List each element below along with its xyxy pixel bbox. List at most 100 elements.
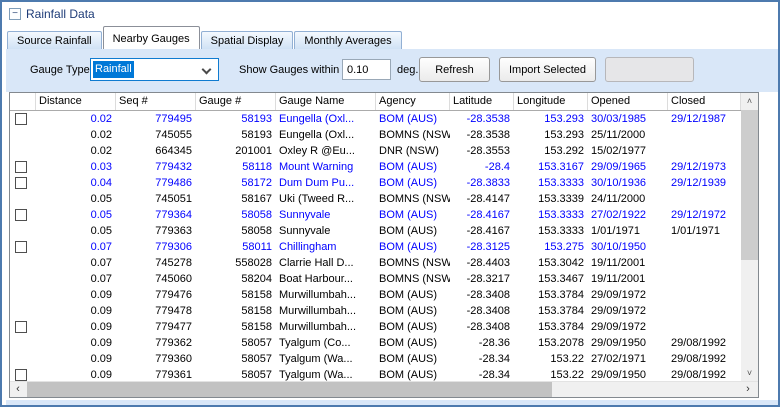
cell-closed (668, 287, 741, 303)
cell-lat: -28.36 (478, 337, 510, 349)
row-checkbox[interactable] (15, 177, 27, 189)
cell-lon: 153.22 (550, 353, 584, 365)
tab-nearby-gauges[interactable]: Nearby Gauges (102, 26, 200, 49)
scroll-right-icon[interactable]: › (740, 382, 756, 398)
checkbox-cell (10, 239, 36, 255)
panel-bottom-strip (6, 400, 778, 405)
horizontal-scroll-thumb[interactable] (27, 382, 552, 397)
cell-opened: 24/11/2000 (591, 193, 646, 205)
table-row[interactable]: 0.07 745060 58204 Boat Harbour... BOMNS (NSW… (10, 271, 741, 287)
cell-name: Oxley R @Eu... (279, 145, 355, 157)
checkbox-cell (10, 127, 36, 143)
cell-distance: 0.09 (90, 337, 112, 349)
refresh-button[interactable]: Refresh (419, 57, 490, 82)
cell-distance: 0.05 (90, 193, 112, 205)
row-checkbox[interactable] (15, 209, 27, 221)
cell-distance: 0.07 (90, 241, 112, 253)
distance-input[interactable] (342, 59, 391, 80)
column-header[interactable]: Agency (376, 93, 450, 110)
table-row[interactable]: 0.05 779364 58058 Sunnyvale BOM (AUS) -28.416… (10, 207, 741, 223)
cell-agency: BOMNS (NSW) (379, 257, 450, 269)
cell-lat: -28.3553 (466, 145, 510, 157)
table-row[interactable]: 0.02 664345 201001 Oxley R @Eu... DNR (NSW) -… (10, 143, 741, 159)
table-row[interactable]: 0.02 745055 58193 Eungella (Oxl... BOMNS (NS… (10, 127, 741, 143)
cell-name: Sunnyvale (279, 209, 331, 221)
checkbox-cell (10, 335, 36, 351)
column-header[interactable]: Distance (36, 93, 116, 110)
cell-distance: 0.09 (90, 353, 112, 365)
collapse-icon[interactable]: − (9, 8, 21, 20)
cell-lon: 153.293 (544, 129, 584, 141)
row-checkbox[interactable] (15, 369, 27, 381)
cell-lat: -28.4167 (466, 225, 510, 237)
cell-seq: 779486 (155, 177, 192, 189)
cell-lat: -28.3408 (466, 305, 510, 317)
cell-seq: 779364 (155, 209, 192, 221)
table-row[interactable]: 0.07 779306 58011 Chillingham BOM (AUS) -28.3… (10, 239, 741, 255)
table-row[interactable]: 0.03 779432 58118 Mount Warning BOM (AUS) -28… (10, 159, 741, 175)
cell-agency: BOM (AUS) (379, 369, 438, 381)
tab-source-rainfall[interactable]: Source Rainfall (7, 31, 102, 49)
row-checkbox[interactable] (15, 161, 27, 173)
cell-gauge: 58011 (242, 241, 272, 253)
table-row[interactable]: 0.09 779362 58057 Tyalgum (Co... BOM (AUS) -2… (10, 335, 741, 351)
column-header[interactable]: Closed (668, 93, 741, 110)
cell-lon: 153.3784 (538, 321, 584, 333)
table-row[interactable]: 0.09 779477 58158 Murwillumbah... BOM (AUS) -… (10, 319, 741, 335)
column-header[interactable]: Longitude (514, 93, 588, 110)
cell-name: Murwillumbah... (279, 289, 357, 301)
scroll-left-icon[interactable]: ‹ (10, 382, 26, 398)
gauge-type-dropdown[interactable]: Rainfall (90, 58, 219, 81)
vertical-scrollbar[interactable]: ˄ ˅ (741, 93, 758, 381)
cell-gauge: 58193 (241, 129, 272, 141)
cell-agency: BOM (AUS) (379, 161, 438, 173)
chevron-down-icon (201, 64, 212, 75)
table-row[interactable]: 0.05 745051 58167 Uki (Tweed R... BOMNS (NSW… (10, 191, 741, 207)
table-row[interactable]: 0.02 779495 58193 Eungella (Oxl... BOM (AUS)… (10, 111, 741, 127)
row-checkbox[interactable] (15, 321, 27, 333)
checkbox-cell (10, 255, 36, 271)
cell-lon: 153.3784 (538, 305, 584, 317)
cell-seq: 779476 (155, 289, 192, 301)
cell-lon: 153.2078 (538, 337, 584, 349)
checkbox-cell (10, 143, 36, 159)
column-header[interactable]: Seq # (116, 93, 196, 110)
cell-gauge: 58167 (241, 193, 272, 205)
table-row[interactable]: 0.09 779360 58057 Tyalgum (Wa... BOM (AUS) -2… (10, 351, 741, 367)
cell-lat: -28.4 (484, 161, 510, 173)
table-row[interactable]: 0.07 745278 558028 Clarrie Hall D... BOMNS (… (10, 255, 741, 271)
row-checkbox[interactable] (15, 113, 27, 125)
import-selected-button[interactable]: Import Selected (499, 57, 596, 82)
table-row[interactable]: 0.09 779361 58057 Tyalgum (Wa... BOM (AUS) -2… (10, 367, 741, 381)
cell-gauge: 558028 (235, 257, 272, 269)
cell-opened: 29/09/1972 (591, 305, 647, 317)
cell-distance: 0.09 (90, 369, 112, 381)
cell-seq: 779306 (155, 241, 192, 253)
scroll-up-icon[interactable]: ˄ (741, 93, 758, 109)
cell-distance: 0.02 (90, 129, 112, 141)
horizontal-scrollbar[interactable]: ‹ › (10, 381, 758, 397)
column-header[interactable]: Gauge Name (276, 93, 376, 110)
table-row[interactable]: 0.09 779478 58158 Murwillumbah... BOM (AUS) -… (10, 303, 741, 319)
cell-opened: 29/09/1950 (591, 337, 647, 349)
table-row[interactable]: 0.05 779363 58058 Sunnyvale BOM (AUS) -28.416… (10, 223, 741, 239)
cell-lat: -28.3408 (466, 289, 510, 301)
cell-agency: BOM (AUS) (379, 225, 438, 237)
row-checkbox[interactable] (15, 241, 27, 253)
cell-seq: 664345 (155, 145, 192, 157)
cell-closed (668, 143, 741, 159)
column-header[interactable]: Opened (588, 93, 668, 110)
column-header[interactable]: Latitude (450, 93, 514, 110)
table-row[interactable]: 0.04 779486 58172 Dum Dum Pu... BOM (AUS) -28… (10, 175, 741, 191)
vertical-scroll-thumb[interactable] (741, 110, 758, 260)
cell-lon: 153.3167 (538, 161, 584, 173)
table-row[interactable]: 0.09 779476 58158 Murwillumbah... BOM (AUS) -… (10, 287, 741, 303)
column-header[interactable]: Gauge # (196, 93, 276, 110)
cell-opened: 30/03/1985 (591, 113, 647, 125)
scroll-down-icon[interactable]: ˅ (741, 365, 758, 381)
cell-name: Chillingham (279, 241, 337, 253)
tab-monthly-averages[interactable]: Monthly Averages (294, 31, 402, 49)
cell-gauge: 58058 (241, 225, 272, 237)
tab-spatial-display[interactable]: Spatial Display (200, 31, 294, 49)
cell-seq: 779495 (155, 113, 192, 125)
